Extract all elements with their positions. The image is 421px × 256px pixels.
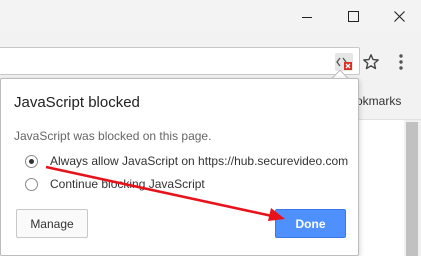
bookmarks-label[interactable]: okmarks <box>356 94 401 108</box>
more-vertical-icon[interactable] <box>396 53 406 71</box>
option-always-allow[interactable]: Always allow JavaScript on https://hub.s… <box>25 152 348 170</box>
radio-always-allow[interactable] <box>25 154 38 168</box>
manage-button[interactable]: Manage <box>16 209 88 238</box>
option-continue-blocking-label[interactable]: Continue blocking JavaScript <box>50 177 205 191</box>
maximize-button[interactable] <box>330 0 376 33</box>
bubble-description: JavaScript was blocked on this page. <box>14 129 212 143</box>
minimize-icon <box>302 17 312 18</box>
close-icon <box>393 11 405 22</box>
radio-continue-blocking[interactable] <box>25 177 38 191</box>
option-always-allow-label[interactable]: Always allow JavaScript on https://hub.s… <box>50 154 348 168</box>
bubble-title: JavaScript blocked <box>14 94 140 111</box>
close-button[interactable] <box>376 0 421 33</box>
done-button[interactable]: Done <box>275 209 346 238</box>
scrollbar-thumb[interactable] <box>406 122 418 256</box>
option-continue-blocking[interactable]: Continue blocking JavaScript <box>25 175 205 193</box>
star-icon[interactable] <box>362 53 380 71</box>
address-bar[interactable] <box>0 47 360 75</box>
javascript-blocked-icon[interactable] <box>335 53 353 71</box>
title-bar <box>0 0 421 33</box>
maximize-icon <box>347 11 359 22</box>
minimize-button[interactable] <box>284 0 330 33</box>
javascript-blocked-bubble: JavaScript blocked JavaScript was blocke… <box>0 78 359 256</box>
